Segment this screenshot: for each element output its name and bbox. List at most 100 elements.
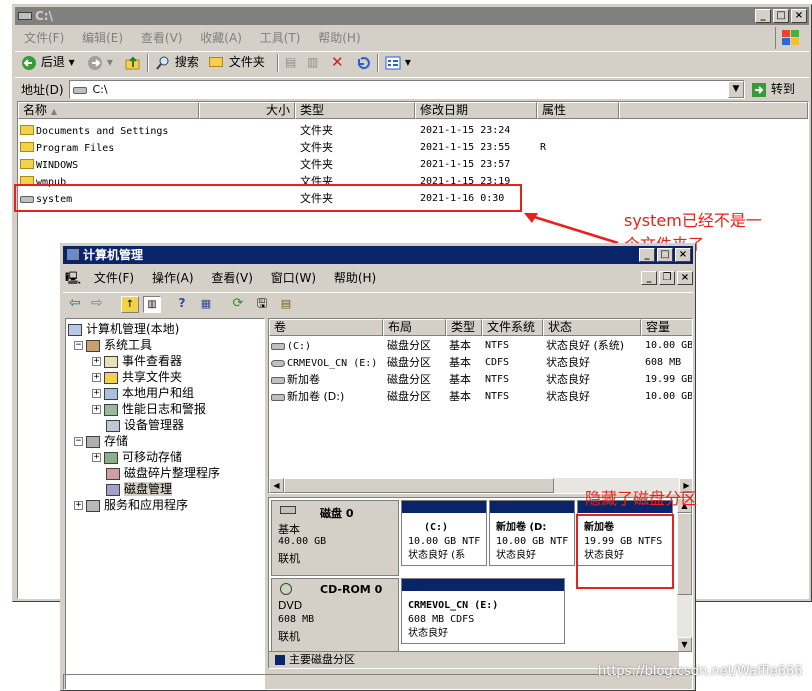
maximize-button[interactable]: □ (773, 9, 789, 23)
column-header-name[interactable]: 名称 ▲ (18, 102, 199, 119)
help-icon[interactable]: ? (173, 296, 191, 313)
forward-button[interactable]: ▾ (87, 52, 113, 72)
toolbar-separator (147, 54, 149, 72)
column-header-capacity[interactable]: 容量 (641, 319, 692, 336)
tree-item-local-users[interactable]: + 本地用户和组 (92, 385, 194, 401)
child-restore-button[interactable]: ❐ (659, 271, 675, 285)
cd-rom-icon (280, 583, 292, 595)
menu-tools[interactable]: 工具(T) (253, 29, 308, 47)
close-button[interactable]: × (675, 248, 691, 262)
minimize-button[interactable]: _ (755, 9, 771, 23)
tree-item-disk-management[interactable]: 磁盘管理 (106, 481, 173, 497)
expand-icon[interactable]: + (92, 373, 101, 382)
expand-icon[interactable]: + (74, 501, 83, 510)
volume-row[interactable]: 新加卷 (D:) 磁盘分区 基本 NTFS 状态良好 10.00 GB (269, 388, 692, 405)
cdrom-0-info[interactable]: CD-ROM 0 DVD 608 MB 联机 (271, 578, 399, 654)
tree-item-system-tools[interactable]: − 系统工具 (74, 337, 152, 353)
menu-window[interactable]: 窗口(W) (264, 269, 323, 287)
column-header-type[interactable]: 类型 (446, 319, 482, 336)
forward-arrow-icon[interactable]: ⇨ (91, 295, 103, 311)
column-header-type[interactable]: 类型 (295, 102, 415, 119)
tree-item-removable-storage[interactable]: + 可移动存储 (92, 449, 182, 465)
menu-help[interactable]: 帮助(H) (311, 29, 367, 47)
child-close-button[interactable]: × (677, 271, 693, 285)
menu-file[interactable]: 文件(F) (17, 29, 71, 47)
column-header-date[interactable]: 修改日期 (415, 102, 537, 119)
volume-row[interactable]: (C:) 磁盘分区 基本 NTFS 状态良好 (系统) 10.00 GB (269, 337, 692, 354)
compmgmt-menubar: 🖳 文件(F) 操作(A) 查看(V) 窗口(W) 帮助(H) (63, 269, 383, 287)
folder-icon (20, 125, 34, 135)
column-header-filesystem[interactable]: 文件系统 (482, 319, 543, 336)
list-item[interactable]: Program Files 文件夹 2021-1-15 23:55 R (20, 139, 800, 156)
show-action-pane-icon[interactable]: ▦ (197, 296, 215, 313)
partition-e-cdrom[interactable]: CRMEVOL_CN (E:) 608 MB CDFS 状态良好 (401, 578, 565, 644)
menu-favorites[interactable]: 收藏(A) (193, 29, 249, 47)
copy-to-button[interactable]: ▥ (307, 52, 318, 72)
menu-action[interactable]: 操作(A) (145, 269, 201, 287)
scroll-thumb[interactable] (677, 513, 692, 595)
export-list-icon[interactable]: ▤ (277, 296, 295, 313)
explorer-titlebar[interactable]: C:\ _ □ × (15, 7, 809, 25)
address-dropdown-button[interactable]: ▼ (728, 81, 744, 98)
column-header-volume[interactable]: 卷 (269, 319, 383, 336)
delete-button[interactable]: ✕ (331, 52, 344, 72)
back-arrow-icon[interactable]: ⇦ (69, 295, 81, 311)
folders-button[interactable]: 文件夹 (209, 52, 265, 72)
up-button[interactable] (125, 52, 141, 72)
expand-icon[interactable]: + (92, 453, 101, 462)
search-button[interactable]: 搜索 (155, 52, 199, 72)
tree-item-storage[interactable]: − 存储 (74, 433, 128, 449)
tree-item-event-viewer[interactable]: + 事件查看器 (92, 353, 182, 369)
explorer-title: C:\ (35, 9, 53, 23)
menu-view[interactable]: 查看(V) (134, 29, 190, 47)
compmgmt-titlebar[interactable]: 计算机管理 _ □ × (63, 246, 693, 264)
column-header-status[interactable]: 状态 (543, 319, 641, 336)
volume-row[interactable]: CRMEVOL_CN (E:) 磁盘分区 基本 CDFS 状态良好 608 MB (269, 354, 692, 371)
scroll-thumb[interactable] (284, 478, 554, 493)
close-button[interactable]: × (791, 9, 807, 23)
refresh-icon[interactable]: ⟳ (229, 296, 247, 313)
collapse-icon[interactable]: − (74, 437, 83, 446)
volume-list: 卷 布局 类型 文件系统 状态 容量 (C:) 磁盘分区 基本 NTFS 状态良… (268, 318, 693, 494)
tree-item-defragmenter[interactable]: 磁盘碎片整理程序 (106, 465, 220, 481)
tree-item-device-manager[interactable]: 设备管理器 (106, 417, 184, 433)
tree-item-shared-folders[interactable]: + 共享文件夹 (92, 369, 182, 385)
expand-icon[interactable]: + (92, 405, 101, 414)
column-header-size[interactable]: 大小 (199, 102, 295, 119)
move-to-button[interactable]: ▤ (285, 52, 296, 72)
menu-file[interactable]: 文件(F) (87, 269, 141, 287)
tree-item-performance-logs[interactable]: + 性能日志和警报 (92, 401, 206, 417)
child-minimize-button[interactable]: _ (641, 271, 657, 285)
go-button[interactable]: 转到 (751, 80, 795, 99)
menu-view[interactable]: 查看(V) (204, 269, 260, 287)
up-level-icon[interactable]: ↑ (121, 296, 139, 313)
disk-0-info[interactable]: 磁盘 0 基本 40.00 GB 联机 (271, 500, 399, 576)
scroll-down-button[interactable]: ▼ (677, 637, 692, 652)
column-header-attributes[interactable]: 属性 (537, 102, 619, 119)
partition-d[interactable]: 新加卷 (D: 10.00 GB NTF 状态良好 (489, 500, 575, 566)
tree-item-services-apps[interactable]: + 服务和应用程序 (74, 497, 188, 513)
menu-help[interactable]: 帮助(H) (327, 269, 383, 287)
volume-row[interactable]: 新加卷 磁盘分区 基本 NTFS 状态良好 19.99 GB (269, 371, 692, 388)
annotation-hidden-note: 隐藏了磁盘分区 (585, 489, 698, 508)
undo-button[interactable] (355, 52, 371, 72)
menu-edit[interactable]: 编辑(E) (75, 29, 130, 47)
properties-icon[interactable]: 🖫 (253, 296, 271, 313)
list-item[interactable]: WINDOWS 文件夹 2021-1-15 23:57 (20, 156, 800, 173)
up-folder-icon (125, 56, 140, 69)
minimize-button[interactable]: _ (639, 248, 655, 262)
address-input[interactable]: C:\ ▼ (69, 80, 745, 99)
list-item[interactable]: Documents and Settings 文件夹 2021-1-15 23:… (20, 122, 800, 139)
expand-icon[interactable]: + (92, 389, 101, 398)
column-header-layout[interactable]: 布局 (383, 319, 446, 336)
back-button[interactable]: 后退 ▾ (21, 52, 75, 72)
expand-icon[interactable]: + (92, 357, 101, 366)
disk-view-vscrollbar[interactable]: ▲ ▼ (677, 498, 692, 652)
scroll-left-button[interactable]: ◀ (269, 478, 284, 493)
tree-item-computer-management[interactable]: 计算机管理(本地) (68, 321, 179, 337)
show-hide-tree-icon[interactable]: ▥ (143, 296, 161, 313)
partition-c[interactable]: (C:) 10.00 GB NTF 状态良好 (系 (401, 500, 487, 566)
views-button[interactable]: ▾ (385, 52, 411, 72)
collapse-icon[interactable]: − (74, 341, 83, 350)
maximize-button[interactable]: □ (657, 248, 673, 262)
